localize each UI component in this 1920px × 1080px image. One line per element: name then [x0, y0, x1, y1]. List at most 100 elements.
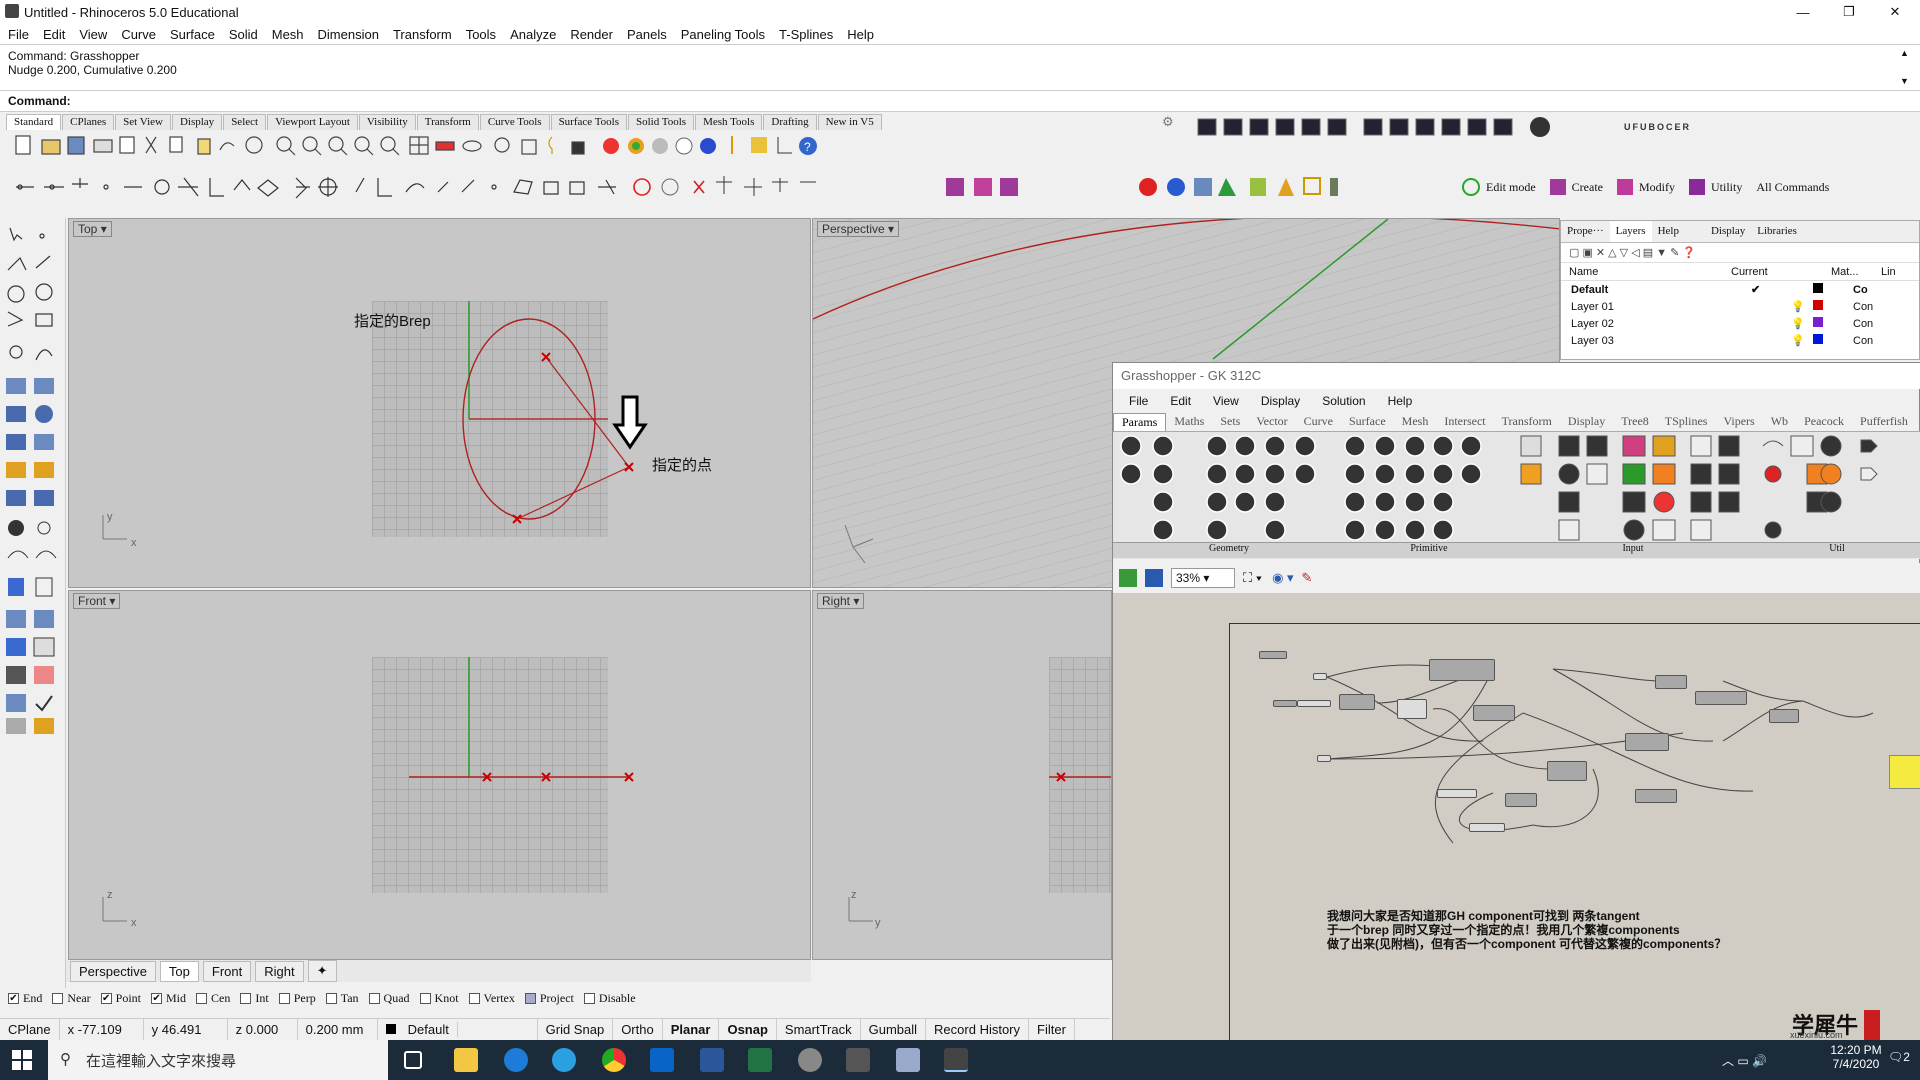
menu-tsplines[interactable]: T-Splines: [779, 27, 833, 42]
gh-menu-file[interactable]: File: [1129, 394, 1148, 408]
gh-component-node[interactable]: [1695, 691, 1747, 705]
gh-tab-intersect[interactable]: Intersect: [1436, 413, 1493, 431]
gh-tab-pufferfish[interactable]: Pufferfish: [1852, 413, 1916, 431]
menu-surface[interactable]: Surface: [170, 27, 215, 42]
scroll-up-icon[interactable]: ▲: [1900, 48, 1909, 58]
render-toolbar-icons[interactable]: [1190, 114, 1560, 144]
gh-tab-surface[interactable]: Surface: [1341, 413, 1394, 431]
status-osnap[interactable]: Osnap: [719, 1018, 777, 1041]
zoom-extents-icon[interactable]: ⛶ ▾: [1243, 570, 1262, 586]
group-util[interactable]: Util: [1753, 543, 1920, 558]
close-button[interactable]: ✕: [1872, 0, 1918, 24]
rhino-taskbar-icon[interactable]: [798, 1048, 822, 1072]
group-primitive[interactable]: Primitive: [1345, 543, 1513, 558]
gh-tab-vector[interactable]: Vector: [1248, 413, 1295, 431]
gh-component-node[interactable]: [1769, 709, 1799, 723]
add-viewport-tab-icon[interactable]: ✦: [307, 960, 337, 982]
calculator-icon[interactable]: [846, 1048, 870, 1072]
gh-component-node[interactable]: [1473, 705, 1515, 721]
col-material[interactable]: Mat...: [1831, 266, 1881, 278]
gh-component-node[interactable]: [1297, 700, 1331, 707]
gh-menu-help[interactable]: Help: [1388, 394, 1413, 408]
osnap-cen[interactable]: Cen: [196, 991, 230, 1006]
gh-tab-wb[interactable]: Wb: [1763, 413, 1796, 431]
layer-row[interactable]: Layer 01 💡 Con: [1561, 298, 1919, 315]
group-input[interactable]: Input: [1513, 543, 1753, 558]
osnap-vertex[interactable]: Vertex: [468, 991, 515, 1006]
gh-tab-sets[interactable]: Sets: [1212, 413, 1248, 431]
status-ortho[interactable]: Ortho: [613, 1018, 663, 1041]
tab-layers[interactable]: Layers: [1609, 221, 1652, 242]
modify-button[interactable]: Modify: [1639, 180, 1675, 195]
gh-component-node[interactable]: [1469, 823, 1505, 832]
viewport-perspective-label[interactable]: Perspective ▾: [817, 221, 900, 237]
layer-color-swatch[interactable]: [1813, 334, 1823, 344]
viewport-right-label[interactable]: Right ▾: [817, 593, 865, 609]
status-planar[interactable]: Planar: [663, 1018, 720, 1041]
col-linetype[interactable]: Lin: [1881, 266, 1896, 278]
col-current[interactable]: Current: [1731, 266, 1831, 278]
notepad-icon[interactable]: [896, 1048, 920, 1072]
menu-tools[interactable]: Tools: [466, 27, 496, 42]
taskbar-search[interactable]: ⚲ 在這裡輸入文字來搜尋: [48, 1040, 388, 1080]
osnap-quad[interactable]: Quad: [368, 991, 410, 1006]
tab-top[interactable]: Top: [159, 960, 199, 982]
create-button[interactable]: Create: [1572, 180, 1603, 195]
menu-solid[interactable]: Solid: [229, 27, 258, 42]
status-gumball[interactable]: Gumball: [861, 1018, 927, 1041]
layer-color-swatch[interactable]: [1813, 317, 1823, 327]
tray-icons[interactable]: ︿ ▭ 🔊: [1722, 1052, 1767, 1069]
viewport-top-label[interactable]: Top ▾: [73, 221, 112, 237]
osnap-disable[interactable]: Disable: [583, 991, 636, 1006]
gh-component-node[interactable]: [1259, 651, 1287, 659]
gh-component-node[interactable]: [1317, 755, 1331, 762]
outlook-icon[interactable]: [650, 1048, 674, 1072]
status-grid-snap[interactable]: Grid Snap: [538, 1018, 614, 1041]
solid-toolbar-icons[interactable]: [1128, 170, 1338, 204]
tab-drafting[interactable]: Drafting: [763, 114, 817, 130]
tab-display[interactable]: Display: [171, 114, 223, 130]
layer-color-swatch[interactable]: [1813, 300, 1823, 310]
edit-mode-button[interactable]: Edit mode: [1486, 180, 1536, 195]
gh-menu-edit[interactable]: Edit: [1170, 394, 1191, 408]
gh-tab-tree8[interactable]: Tree8: [1613, 413, 1657, 431]
standard-toolbar-icons[interactable]: ?: [6, 132, 1186, 162]
grasshopper-taskbar-icon[interactable]: [944, 1048, 968, 1072]
chrome-icon[interactable]: [602, 1048, 626, 1072]
gh-tab-tsplines[interactable]: TSplines: [1657, 413, 1716, 431]
gh-tab-mesh[interactable]: Mesh: [1394, 413, 1437, 431]
zoom-select[interactable]: 33% ▾: [1171, 568, 1235, 588]
menu-edit[interactable]: Edit: [43, 27, 65, 42]
tab-help[interactable]: Help: [1652, 221, 1685, 242]
gh-component-node[interactable]: [1313, 673, 1327, 680]
osnap-project[interactable]: Project: [524, 991, 574, 1006]
tab-solid-tools[interactable]: Solid Tools: [628, 114, 695, 130]
tab-standard[interactable]: Standard: [6, 114, 62, 130]
viewport-front-label[interactable]: Front ▾: [73, 593, 121, 609]
tab-right[interactable]: Right: [255, 960, 304, 982]
layer-row[interactable]: Layer 03 💡 Con: [1561, 332, 1919, 349]
gh-tab-vipers[interactable]: Vipers: [1715, 413, 1762, 431]
menu-view[interactable]: View: [79, 27, 107, 42]
gh-tab-display[interactable]: Display: [1560, 413, 1613, 431]
all-commands-button[interactable]: All Commands: [1756, 180, 1829, 195]
gh-tab-params[interactable]: Params: [1113, 413, 1167, 431]
lightbulb-icon[interactable]: 💡: [1791, 317, 1813, 330]
osnap-near[interactable]: Near: [52, 991, 91, 1006]
gh-panel[interactable]: [1889, 755, 1920, 789]
group-geometry[interactable]: Geometry: [1113, 543, 1345, 558]
gh-menu-solution[interactable]: Solution: [1322, 394, 1365, 408]
menu-mesh[interactable]: Mesh: [272, 27, 304, 42]
gh-component-node[interactable]: [1547, 761, 1587, 781]
gh-component-node[interactable]: [1429, 659, 1495, 681]
menu-file[interactable]: File: [8, 27, 29, 42]
file-explorer-icon[interactable]: [454, 1048, 478, 1072]
gh-component-node[interactable]: [1505, 793, 1537, 807]
tab-new-in-v5[interactable]: New in V5: [817, 114, 882, 130]
open-file-icon[interactable]: [1119, 569, 1137, 587]
tab-mesh-tools[interactable]: Mesh Tools: [695, 114, 763, 130]
status-filter[interactable]: Filter: [1029, 1018, 1075, 1041]
tab-properties[interactable]: Prope···: [1561, 221, 1610, 242]
tsplines-toolbar-icons[interactable]: [938, 170, 1098, 204]
gh-component-node[interactable]: [1655, 675, 1687, 689]
